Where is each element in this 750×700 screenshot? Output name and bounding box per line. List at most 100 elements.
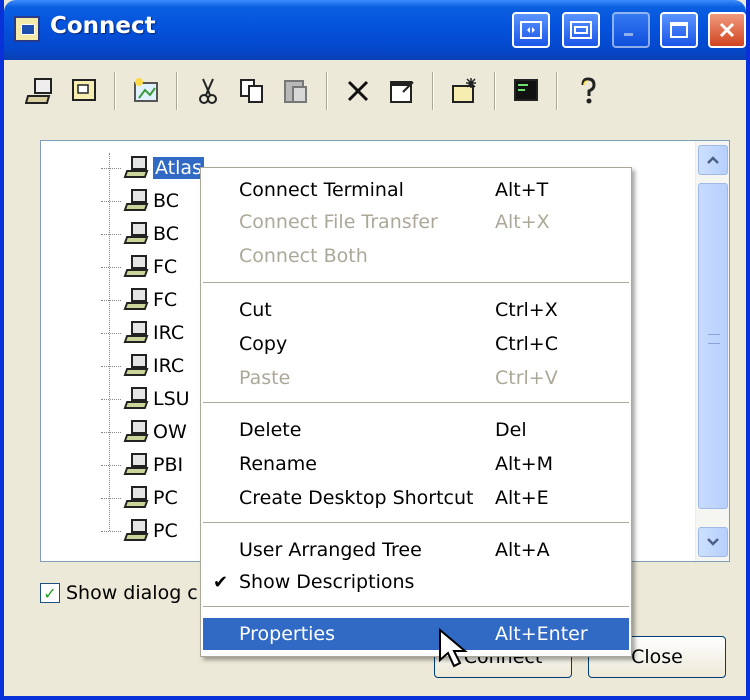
connection-icon [123, 255, 149, 279]
tree-branch [101, 398, 121, 400]
tree-item-label[interactable]: FC [153, 289, 177, 311]
menu-item-properties[interactable]: Properties Alt+Enter [203, 618, 629, 650]
copy-icon [240, 79, 263, 103]
menu-item-shortcut: Ctrl+V [495, 367, 558, 389]
restore-button[interactable] [512, 12, 550, 48]
tree-branch [101, 431, 121, 433]
menu-item-connect-terminal[interactable]: Connect Terminal Alt+T [203, 174, 629, 206]
tree-item[interactable]: PBI [101, 450, 183, 480]
menu-item-create-desktop-shortcut[interactable]: Create Desktop Shortcut Alt+E [203, 482, 629, 514]
menu-item-shortcut: Ctrl+X [495, 299, 558, 321]
new-connection-button[interactable] [18, 69, 62, 113]
tree-item-label[interactable]: IRC [153, 355, 184, 377]
properties-button[interactable] [380, 69, 424, 113]
tree-item[interactable]: LSU [101, 384, 190, 414]
wizard-button[interactable] [124, 69, 168, 113]
menu-item-cut[interactable]: Cut Ctrl+X [203, 294, 629, 326]
tree-item[interactable]: Atlas [101, 153, 204, 183]
new-connection-icon [25, 78, 52, 104]
menu-item-paste[interactable]: Paste Ctrl+V [203, 362, 629, 394]
menu-item-label: User Arranged Tree [239, 539, 422, 561]
tree-item[interactable]: BC [101, 186, 179, 216]
show-dialog-checkbox[interactable]: ✓ [40, 583, 60, 603]
tree-item[interactable]: BC [101, 219, 179, 249]
menu-item-shortcut: Alt+A [495, 539, 550, 561]
menu-item-label: Connect Both [239, 245, 368, 267]
menu-item-shortcut: Alt+X [495, 211, 550, 233]
menu-item-copy[interactable]: Copy Ctrl+C [203, 328, 629, 360]
shortcut-button[interactable] [442, 69, 486, 113]
tree-branch [101, 365, 121, 367]
tree-item-label[interactable]: BC [153, 190, 179, 212]
menu-item-connect-file-transfer[interactable]: Connect File Transfer Alt+X [203, 206, 629, 238]
menu-item-delete[interactable]: Delete Del [203, 414, 629, 446]
cut-icon [199, 78, 217, 104]
connection-icon [123, 420, 149, 444]
toolbar [4, 60, 746, 122]
checkmark-icon: ✔ [213, 571, 229, 593]
tree-item[interactable]: FC [101, 285, 177, 315]
tree-item[interactable]: OW [101, 417, 187, 447]
minimize-button[interactable] [612, 12, 650, 48]
app-icon [14, 16, 40, 42]
grip-icon [708, 334, 720, 344]
tree-item-label[interactable]: LSU [153, 388, 190, 410]
mouse-cursor-icon [439, 628, 468, 668]
menu-item-label: Connect Terminal [239, 179, 404, 201]
scroll-thumb[interactable] [698, 183, 728, 509]
tree-branch [101, 464, 121, 466]
terminal-icon [514, 79, 538, 101]
menu-item-rename[interactable]: Rename Alt+M [203, 448, 629, 480]
maximize-button[interactable] [660, 12, 698, 48]
tree-item[interactable]: IRC [101, 351, 184, 381]
tree-branch [101, 200, 121, 202]
help-button[interactable] [566, 69, 610, 113]
tree-item-label[interactable]: FC [153, 256, 177, 278]
paste-icon [284, 80, 307, 103]
close-window-button[interactable] [708, 12, 746, 48]
new-folder-button[interactable] [62, 69, 106, 113]
tile-button[interactable] [562, 12, 600, 48]
menu-item-user-arranged-tree[interactable]: User Arranged Tree Alt+A [203, 534, 629, 566]
show-dialog-option[interactable]: ✓ Show dialog c [40, 582, 198, 604]
context-menu: Connect Terminal Alt+T Connect File Tran… [200, 167, 632, 657]
cut-button[interactable] [186, 69, 230, 113]
tree-item[interactable]: FC [101, 252, 177, 282]
help-icon [581, 77, 596, 104]
toolbar-separator [494, 72, 496, 110]
tree-item-label[interactable]: OW [153, 421, 187, 443]
delete-button[interactable] [336, 69, 380, 113]
menu-item-connect-both[interactable]: Connect Both [203, 240, 629, 272]
vertical-scrollbar[interactable] [695, 141, 729, 561]
tree-item-label[interactable]: PC [153, 487, 178, 509]
tree-item[interactable]: PC [101, 516, 178, 546]
tree-branch [101, 530, 121, 532]
menu-item-label: Cut [239, 299, 272, 321]
scroll-up-button[interactable] [698, 145, 728, 175]
terminal-button[interactable] [504, 69, 548, 113]
restore-icon [520, 21, 542, 39]
tree-item-label[interactable]: PBI [153, 454, 183, 476]
copy-button[interactable] [230, 69, 274, 113]
tree-item[interactable]: IRC [101, 318, 184, 348]
connection-icon [123, 288, 149, 312]
paste-button[interactable] [274, 69, 318, 113]
menu-item-show-descriptions[interactable]: ✔ Show Descriptions [203, 566, 629, 598]
scroll-down-button[interactable] [698, 527, 728, 557]
toolbar-separator [176, 72, 178, 110]
menu-item-label: Delete [239, 419, 302, 441]
menu-item-shortcut: Alt+M [495, 453, 554, 475]
menu-separator [203, 402, 629, 403]
tree-item[interactable]: PC [101, 483, 178, 513]
tree-item-label[interactable]: Atlas [153, 157, 204, 179]
shortcut-icon [452, 78, 476, 103]
connection-icon [123, 519, 149, 543]
menu-item-label: Rename [239, 453, 317, 475]
connection-icon [123, 486, 149, 510]
menu-item-shortcut: Alt+T [495, 179, 549, 201]
title-bar[interactable]: Connect [4, 0, 746, 60]
toolbar-separator [326, 72, 328, 110]
tree-item-label[interactable]: PC [153, 520, 178, 542]
tree-item-label[interactable]: IRC [153, 322, 184, 344]
tree-item-label[interactable]: BC [153, 223, 179, 245]
